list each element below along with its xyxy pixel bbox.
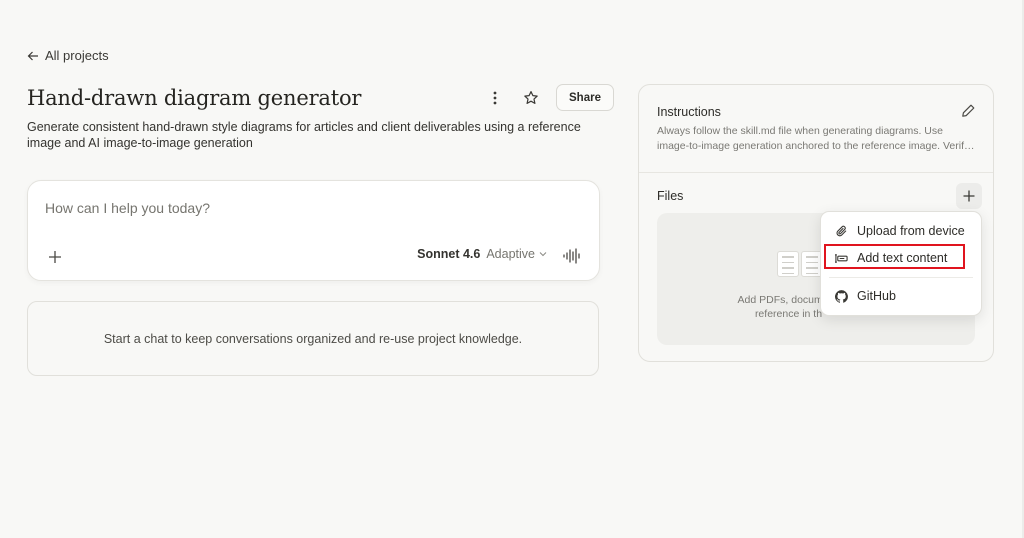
model-mode: Adaptive [486, 247, 535, 261]
page: All projects Hand-drawn diagram generato… [0, 0, 1024, 538]
edit-instructions-button[interactable] [960, 103, 976, 119]
model-name: Sonnet 4.6 [417, 247, 481, 261]
empty-chats-placeholder: Start a chat to keep conversations organ… [27, 301, 599, 376]
pencil-icon [962, 104, 975, 117]
page-title: Hand-drawn diagram generator [27, 86, 362, 110]
menu-item-github[interactable]: GitHub [835, 289, 896, 303]
document-icon [777, 251, 799, 277]
menu-item-label: Upload from device [857, 224, 965, 238]
add-attachment-button[interactable] [45, 247, 65, 267]
chat-composer: Sonnet 4.6 Adaptive [27, 180, 600, 281]
chevron-down-icon [539, 252, 547, 257]
project-description: Generate consistent hand-drawn style dia… [27, 120, 581, 150]
star-icon [524, 90, 538, 104]
more-options-button[interactable] [484, 87, 506, 109]
add-file-button[interactable] [956, 183, 982, 209]
menu-item-label: GitHub [857, 289, 896, 303]
plus-icon [49, 251, 61, 263]
instructions-preview[interactable]: Always follow the skill.md file when gen… [657, 124, 977, 154]
highlight-box [824, 244, 965, 269]
chat-input[interactable] [45, 200, 525, 216]
model-selector[interactable]: Sonnet 4.6 Adaptive [417, 247, 547, 261]
instructions-title: Instructions [657, 105, 721, 119]
audio-waveform-icon [563, 248, 580, 264]
favorite-button[interactable] [520, 87, 542, 109]
github-icon [835, 289, 848, 303]
arrow-left-icon [27, 51, 38, 60]
menu-divider [829, 277, 973, 278]
instructions-line-2: image-to-image generation anchored to th… [657, 140, 975, 152]
panel-divider [639, 172, 993, 173]
vertical-dots-icon [493, 91, 497, 104]
paperclip-icon [836, 225, 847, 236]
header-actions: Share [484, 84, 614, 111]
plus-icon [963, 190, 975, 202]
files-title: Files [657, 189, 684, 203]
share-button[interactable]: Share [556, 84, 614, 111]
back-to-projects-link[interactable]: All projects [27, 48, 109, 63]
empty-chats-text: Start a chat to keep conversations organ… [103, 331, 523, 346]
back-link-label: All projects [45, 48, 109, 63]
instructions-line-1: Always follow the skill.md file when gen… [657, 125, 943, 137]
voice-input-button[interactable] [562, 246, 582, 266]
menu-item-upload-from-device[interactable]: Upload from device [835, 224, 965, 238]
